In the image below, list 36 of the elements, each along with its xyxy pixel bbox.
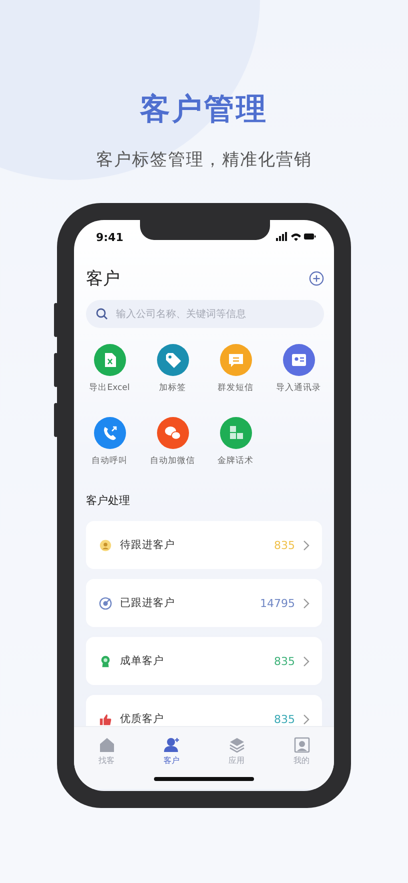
customer-category-row[interactable]: 已跟进客户 14795 <box>86 579 322 627</box>
chevron-right-icon <box>303 598 310 608</box>
customer-category-row[interactable]: 成单客户 835 <box>86 637 322 685</box>
add-icon[interactable] <box>309 270 324 286</box>
section-title: 客户处理 <box>86 493 131 509</box>
customer-count: 835 <box>274 712 295 726</box>
headline: 客户管理 <box>140 91 268 129</box>
customer-count: 14795 <box>260 596 295 610</box>
customer-category-row[interactable]: 待跟进客户 835 <box>86 521 322 569</box>
home-icon <box>98 737 114 753</box>
search-field[interactable]: 输入公司名称、关键词等信息 <box>86 300 324 328</box>
closed-icon <box>99 654 112 668</box>
tab[interactable]: 客户 <box>146 737 196 769</box>
mine-icon <box>294 737 310 753</box>
quality-icon <box>99 712 112 726</box>
action-item[interactable]: 加标签 <box>141 344 204 395</box>
action-item[interactable]: 群发短信 <box>204 344 267 395</box>
customer-count: 835 <box>274 538 295 552</box>
action-item[interactable]: 自动加微信 <box>141 417 204 468</box>
status-icons <box>276 232 316 242</box>
action-item[interactable]: 自动呼叫 <box>78 417 141 468</box>
customer-category-row[interactable]: 优质客户 835 <box>86 695 322 726</box>
chevron-right-icon <box>303 714 310 724</box>
customer-count: 835 <box>274 654 295 668</box>
status-time: 9:41 <box>96 230 124 244</box>
pending-icon <box>99 538 112 552</box>
customer-icon <box>164 737 180 753</box>
apps-icon <box>228 737 244 753</box>
action-item[interactable]: 金牌话术 <box>204 417 267 468</box>
action-item[interactable]: 导入通讯录 <box>267 344 330 395</box>
action-item[interactable]: 导出Excel <box>78 344 141 395</box>
page-title: 客户 <box>86 268 120 290</box>
chevron-right-icon <box>303 656 310 666</box>
subtitle: 客户标签管理，精准化营销 <box>96 149 312 172</box>
followed-icon <box>99 596 112 610</box>
chevron-right-icon <box>303 540 310 550</box>
